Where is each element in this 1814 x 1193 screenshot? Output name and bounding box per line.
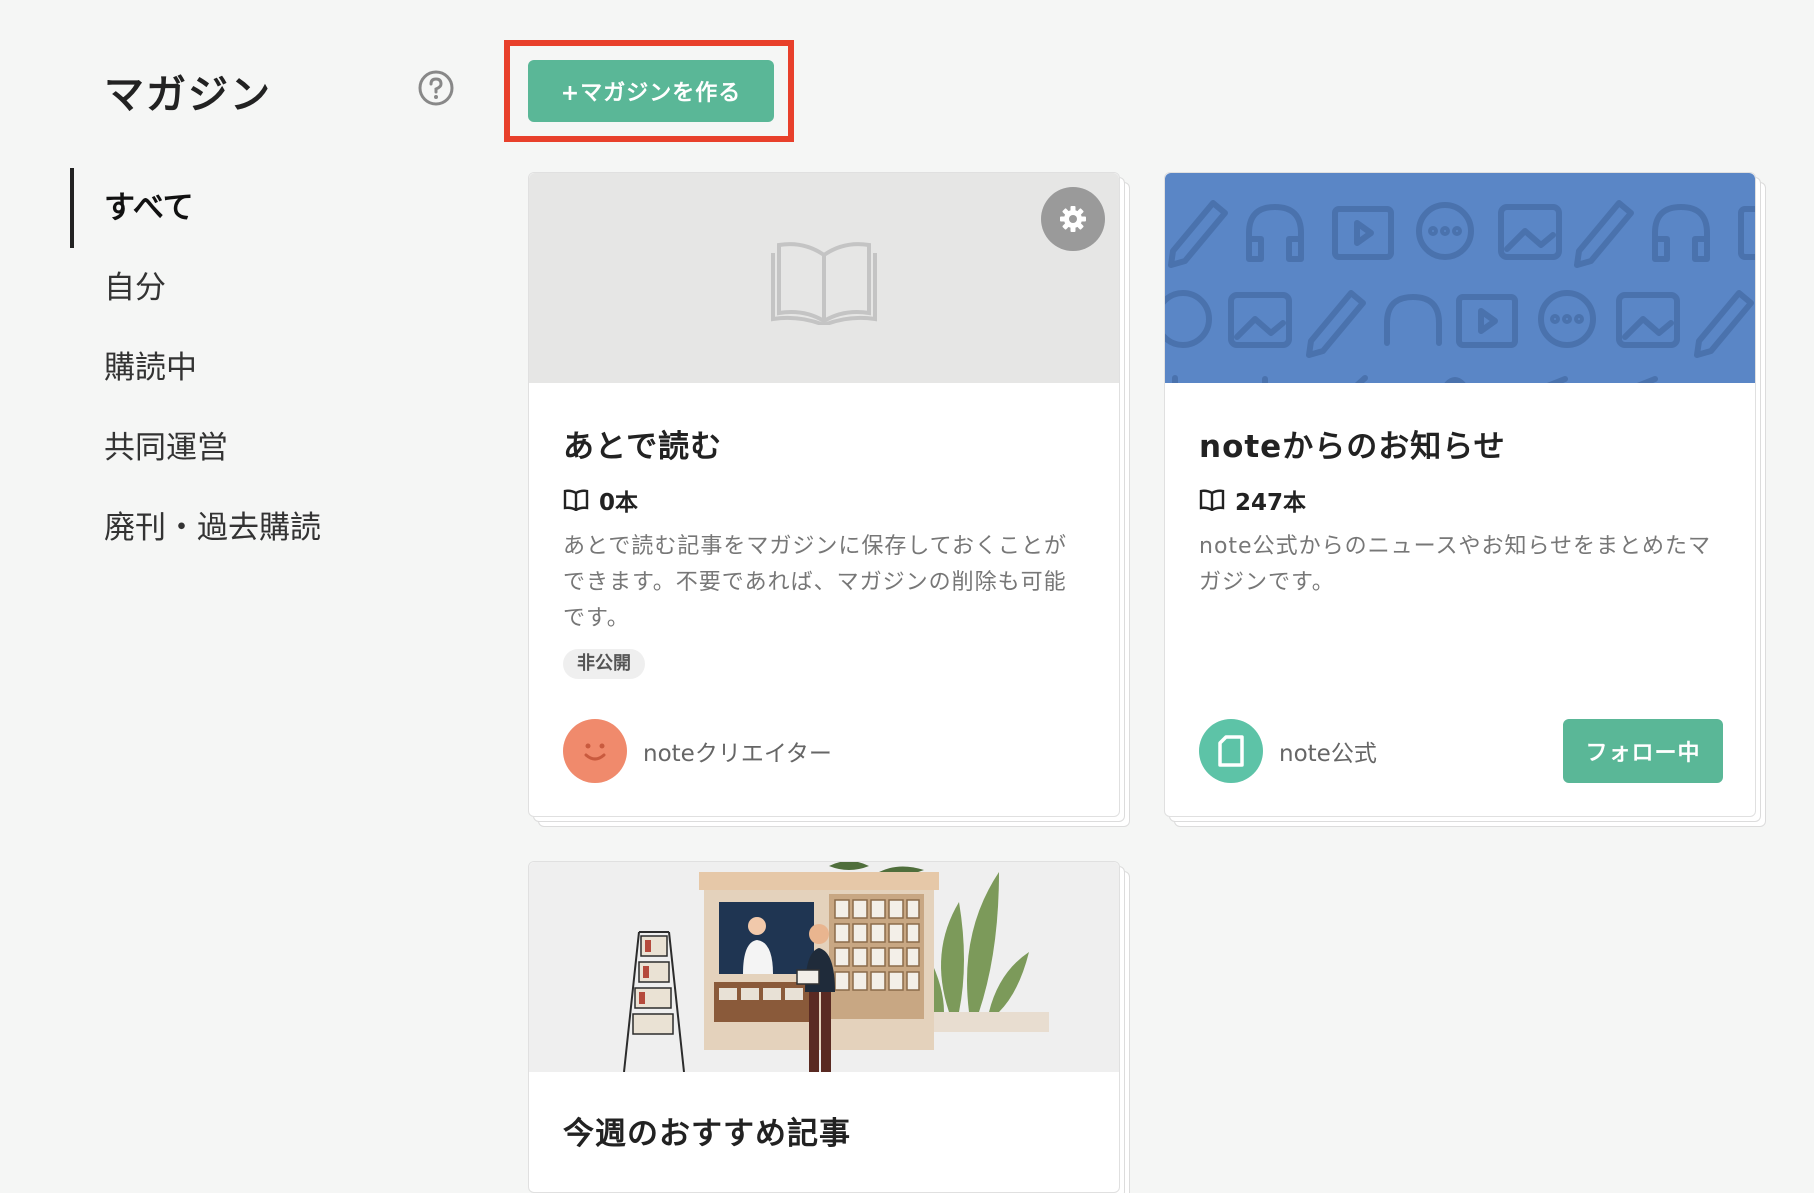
smiley-avatar-icon [584, 743, 606, 761]
card-author[interactable]: noteクリエイター [563, 719, 832, 783]
card-cover [529, 862, 1119, 1072]
follow-button[interactable]: フォロー中 [1563, 719, 1723, 783]
card-cover [529, 173, 1119, 383]
author-name[interactable]: note公式 [1279, 734, 1377, 768]
note-logo-icon [1218, 735, 1244, 767]
book-icon [1199, 489, 1225, 511]
article-count-value: 0本 [599, 490, 639, 516]
help-icon[interactable] [418, 70, 454, 106]
sidebar-item-shared[interactable]: 共同運営 [70, 408, 390, 488]
card-author[interactable]: note公式 [1199, 719, 1377, 783]
card-settings-button[interactable] [1041, 187, 1105, 251]
card-title[interactable]: noteからのお知らせ [1199, 421, 1506, 466]
magazine-card[interactable]: noteからのお知らせ 247本 note公式からのニュースやお知らせをまとめた… [1164, 172, 1756, 817]
book-icon [563, 489, 589, 511]
card-title[interactable]: あとで読む [563, 421, 722, 466]
card-cover [1165, 173, 1755, 383]
gear-icon [1060, 206, 1086, 232]
sidebar-nav: すべて 自分 購読中 共同運営 廃刊・過去購読 [70, 168, 390, 568]
magazine-card[interactable]: 今週のおすすめ記事 [528, 861, 1120, 1193]
sidebar-item-archived[interactable]: 廃刊・過去購読 [70, 488, 390, 568]
private-badge: 非公開 [563, 649, 645, 679]
article-count: 0本 [563, 483, 638, 517]
create-magazine-button[interactable]: +マガジンを作る [528, 60, 774, 122]
article-count-value: 247本 [1235, 490, 1307, 516]
book-placeholder-icon [771, 242, 877, 325]
card-description: あとで読む記事をマガジンに保存しておくことができます。不要であれば、マガジンの削… [563, 534, 1068, 631]
card-description: note公式からのニュースやお知らせをまとめたマガジンです。 [1199, 534, 1712, 595]
article-count: 247本 [1199, 483, 1306, 517]
avatar[interactable] [1199, 719, 1263, 783]
card-title[interactable]: 今週のおすすめ記事 [563, 1108, 851, 1153]
sidebar-item-mine[interactable]: 自分 [70, 248, 390, 328]
avatar[interactable] [563, 719, 627, 783]
sidebar-item-subscribed[interactable]: 購読中 [70, 328, 390, 408]
pattern-cover-image [1165, 200, 1755, 383]
sidebar-item-all[interactable]: すべて [70, 168, 390, 248]
author-name[interactable]: noteクリエイター [643, 734, 832, 768]
magazine-card[interactable]: あとで読む 0本 あとで読む記事をマガジンに保存しておくことができます。不要であ… [528, 172, 1120, 817]
bookstore-illustration [623, 862, 1049, 1072]
page-title: マガジン [104, 72, 272, 118]
